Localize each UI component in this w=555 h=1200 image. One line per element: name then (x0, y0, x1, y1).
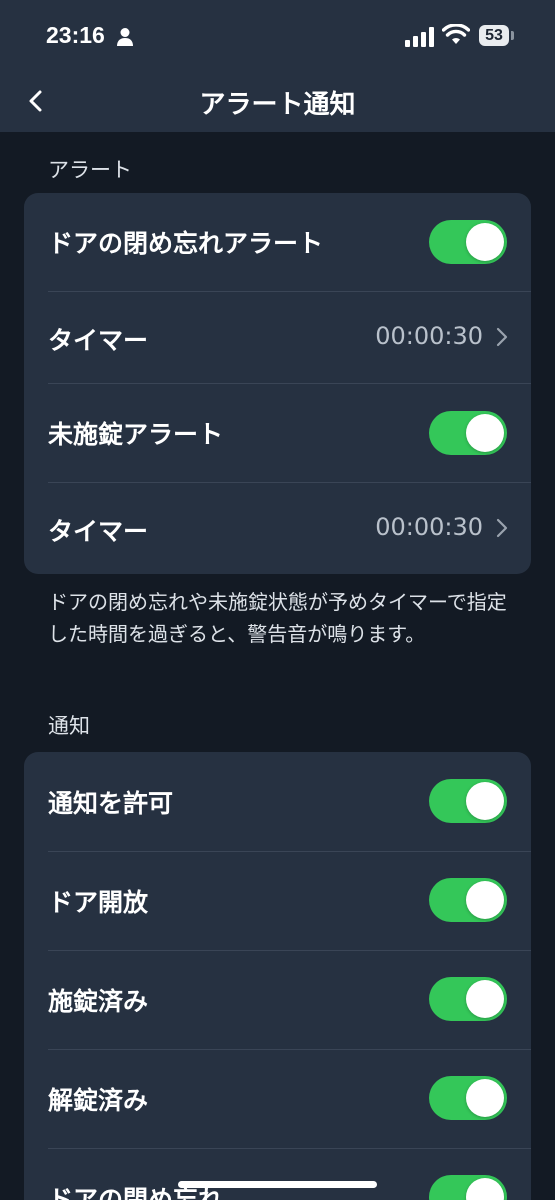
home-indicator (178, 1181, 377, 1188)
toggle-knob (466, 782, 504, 820)
row-label: ドア開放 (48, 888, 149, 917)
row-locked: 施錠済み (24, 950, 531, 1049)
unlocked-toggle[interactable] (429, 1076, 507, 1120)
signal-icon (405, 27, 434, 47)
alert-footnote: ドアの閉め忘れや未施錠状態が予めタイマーで指定した時間を過ぎると、警告音が鳴りま… (48, 590, 507, 646)
chevron-right-icon (496, 518, 508, 538)
toggle-knob (466, 223, 504, 261)
row-label: ドアの閉め忘れアラート (48, 229, 324, 258)
row-unlocked-alert: 未施錠アラート (24, 383, 531, 482)
toggle-knob (466, 881, 504, 919)
toggle-knob (466, 414, 504, 452)
battery-tip (511, 31, 514, 40)
row-door-left-open: ドアの閉め忘れ (24, 1148, 531, 1200)
nav-bar: アラート通知 (0, 70, 555, 132)
status-bar: 23:16 53 (0, 0, 555, 70)
status-time: 23:16 (46, 22, 105, 48)
screen: 23:16 53 アラート通知 アラート ドアの閉め忘れアラート タイマー 00… (0, 0, 555, 1200)
row-label: タイマー (48, 326, 149, 355)
row-label: 通知を許可 (48, 789, 174, 818)
unlocked-alert-toggle[interactable] (429, 411, 507, 455)
row-label: 解錠済み (48, 1086, 149, 1115)
row-label: タイマー (48, 517, 149, 546)
battery-indicator: 53 (479, 25, 509, 46)
row-allow-notifications: 通知を許可 (24, 752, 531, 851)
section-header-alert: アラート (48, 158, 132, 182)
person-icon (117, 28, 133, 46)
allow-notifications-toggle[interactable] (429, 779, 507, 823)
row-timer-2[interactable]: タイマー 00:00:30 (24, 482, 531, 574)
chevron-left-icon (29, 90, 42, 112)
toggle-knob (466, 1178, 504, 1200)
page-title: アラート通知 (199, 90, 356, 120)
toggle-knob (466, 1079, 504, 1117)
toggle-knob (466, 980, 504, 1018)
row-door-left-open-alert: ドアの閉め忘れアラート (24, 193, 531, 291)
back-button[interactable] (20, 84, 52, 118)
door-left-open-alert-toggle[interactable] (429, 220, 507, 264)
wifi-icon (442, 24, 470, 44)
notification-card: 通知を許可 ドア開放 施錠済み 解錠済み ドアの閉め忘れ (24, 752, 531, 1200)
row-door-open: ドア開放 (24, 851, 531, 950)
alert-card: ドアの閉め忘れアラート タイマー 00:00:30 未施錠アラート タイマー 0… (24, 193, 531, 574)
row-unlocked: 解錠済み (24, 1049, 531, 1148)
door-open-toggle[interactable] (429, 878, 507, 922)
timer-value: 00:00:30 (375, 513, 483, 541)
section-header-notification: 通知 (48, 714, 90, 738)
row-label: 施錠済み (48, 987, 149, 1016)
row-label: 未施錠アラート (48, 420, 224, 449)
chevron-right-icon (496, 327, 508, 347)
door-left-open-toggle[interactable] (429, 1175, 507, 1200)
row-timer-1[interactable]: タイマー 00:00:30 (24, 291, 531, 383)
timer-value: 00:00:30 (375, 322, 483, 350)
locked-toggle[interactable] (429, 977, 507, 1021)
